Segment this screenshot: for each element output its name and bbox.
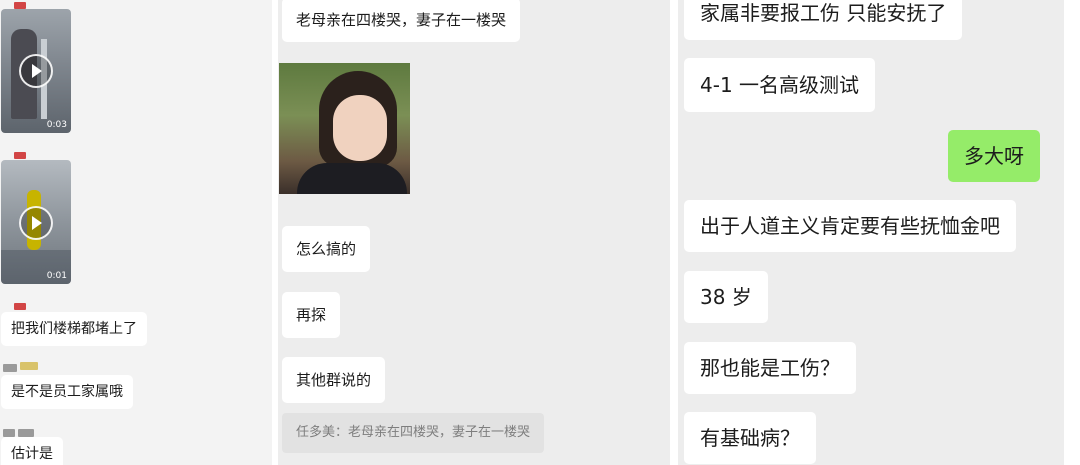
video-message[interactable]: 0:01 [1, 160, 71, 284]
message-text: 家属非要报工伤 只能安抚了 [700, 1, 947, 25]
message-bubble: 再探 [282, 292, 341, 338]
avatar[interactable] [14, 2, 26, 9]
message-text: 把我们楼梯都堵上了 [11, 321, 137, 337]
panel-divider [670, 0, 678, 465]
message-text: 有基础病？ [700, 426, 800, 450]
message-bubble: 家属非要报工伤 只能安抚了 [684, 0, 963, 40]
message-text: 38 岁 [700, 285, 752, 309]
sticker-image[interactable] [279, 63, 410, 194]
message-text: 其他群说的 [296, 371, 372, 389]
quoted-text: 任多美：老母亲在四楼哭，妻子在一楼哭 [296, 425, 531, 440]
sender-name-blurred [18, 429, 34, 437]
message-text: 4-1 一名高级测试 [700, 73, 860, 97]
chat-panel-right: 家属非要报工伤 只能安抚了 4-1 一名高级测试 多大呀 出于人道主义肯定要有些… [678, 0, 1064, 465]
play-icon[interactable] [19, 206, 53, 240]
message-text: 老母亲在四楼哭，妻子在一楼哭 [296, 11, 507, 29]
message-bubble: 老母亲在四楼哭，妻子在一楼哭 [282, 0, 521, 42]
message-bubble: 是不是员工家属哦 [1, 375, 133, 409]
message-bubble: 估计是 [1, 437, 63, 465]
play-icon[interactable] [19, 54, 53, 88]
quoted-message[interactable]: 任多美：老母亲在四楼哭，妻子在一楼哭 [282, 413, 545, 453]
video-duration: 0:03 [46, 120, 67, 130]
avatar[interactable] [14, 152, 26, 159]
message-bubble: 38 岁 [684, 271, 768, 323]
message-bubble: 有基础病？ [684, 412, 816, 464]
sender-name-blurred [20, 362, 38, 370]
message-text: 那也能是工伤？ [700, 356, 840, 380]
video-message[interactable]: 0:03 [1, 9, 71, 133]
message-text: 再探 [296, 306, 327, 324]
message-bubble: 其他群说的 [282, 357, 386, 403]
message-bubble: 把我们楼梯都堵上了 [1, 312, 147, 346]
chat-panel-left: 0:03 0:01 把我们楼梯都堵上了 是不是员工家属哦 估计是 [0, 0, 272, 465]
panel-divider [1064, 0, 1080, 465]
chat-panel-middle: 老母亲在四楼哭，妻子在一楼哭 怎么搞的 再探 其他群说的 任多美：老母亲在四楼哭… [278, 0, 670, 465]
message-bubble: 怎么搞的 [282, 226, 371, 272]
message-text: 怎么搞的 [296, 240, 357, 258]
message-text: 估计是 [11, 446, 53, 462]
video-duration: 0:01 [46, 271, 67, 281]
message-bubble-self: 多大呀 [948, 130, 1040, 182]
message-bubble: 那也能是工伤？ [684, 342, 856, 394]
message-text: 是不是员工家属哦 [11, 384, 123, 400]
avatar[interactable] [14, 303, 26, 310]
message-text: 多大呀 [964, 144, 1024, 168]
message-bubble: 4-1 一名高级测试 [684, 58, 876, 112]
avatar[interactable] [3, 364, 17, 372]
message-bubble: 出于人道主义肯定要有些抚恤金吧 [684, 200, 1016, 252]
message-text: 出于人道主义肯定要有些抚恤金吧 [700, 214, 1000, 238]
avatar[interactable] [3, 429, 15, 437]
